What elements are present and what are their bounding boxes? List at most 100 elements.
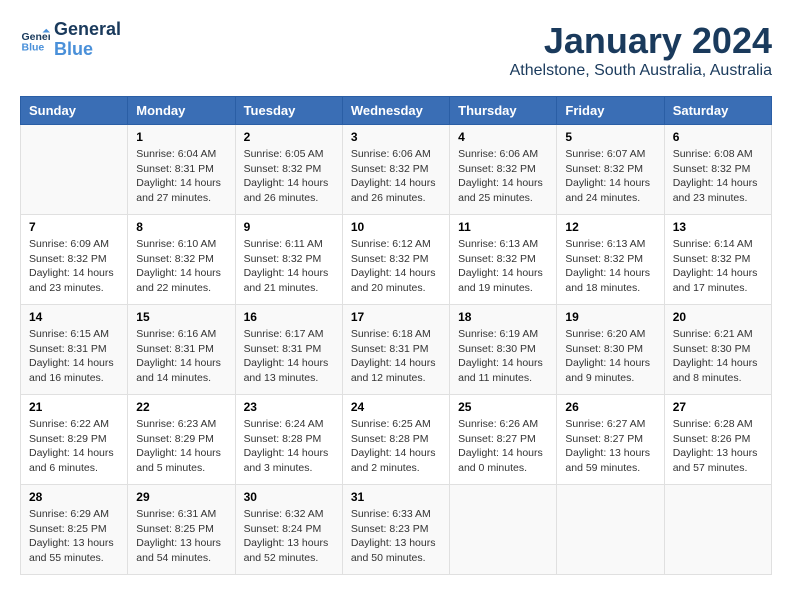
- day-info: Sunrise: 6:13 AMSunset: 8:32 PMDaylight:…: [565, 237, 655, 296]
- calendar-cell: 31 Sunrise: 6:33 AMSunset: 8:23 PMDayligh…: [342, 485, 449, 575]
- calendar-cell: 7 Sunrise: 6:09 AMSunset: 8:32 PMDaylight…: [21, 215, 128, 305]
- day-info: Sunrise: 6:08 AMSunset: 8:32 PMDaylight:…: [673, 147, 763, 206]
- day-number: 15: [136, 310, 226, 324]
- calendar-body: 1 Sunrise: 6:04 AMSunset: 8:31 PMDaylight…: [21, 125, 772, 575]
- calendar-cell: 22Sunrise: 6:23 AMSunset: 8:29 PMDayligh…: [128, 395, 235, 485]
- calendar-cell: 5 Sunrise: 6:07 AMSunset: 8:32 PMDaylight…: [557, 125, 664, 215]
- calendar-cell: 9Sunrise: 6:11 AMSunset: 8:32 PMDaylight…: [235, 215, 342, 305]
- day-number: 27: [673, 400, 763, 414]
- day-number: 8: [136, 220, 226, 234]
- header-cell-saturday: Saturday: [664, 97, 771, 125]
- day-info: Sunrise: 6:06 AMSunset: 8:32 PMDaylight:…: [458, 147, 548, 206]
- day-info: Sunrise: 6:12 AMSunset: 8:32 PMDaylight:…: [351, 237, 441, 296]
- header-cell-friday: Friday: [557, 97, 664, 125]
- week-row: 28 Sunrise: 6:29 AMSunset: 8:25 PMDayligh…: [21, 485, 772, 575]
- calendar-cell: 28 Sunrise: 6:29 AMSunset: 8:25 PMDayligh…: [21, 485, 128, 575]
- calendar-cell: 1 Sunrise: 6:04 AMSunset: 8:31 PMDaylight…: [128, 125, 235, 215]
- day-number: 23: [244, 400, 334, 414]
- day-info: Sunrise: 6:29 AMSunset: 8:25 PMDaylight:…: [29, 507, 119, 566]
- day-number: 14: [29, 310, 119, 324]
- calendar-cell: 14 Sunrise: 6:15 AMSunset: 8:31 PMDayligh…: [21, 305, 128, 395]
- logo-text: General Blue: [54, 20, 121, 60]
- calendar-cell: 17Sunrise: 6:18 AMSunset: 8:31 PMDayligh…: [342, 305, 449, 395]
- calendar-cell: 25 Sunrise: 6:26 AMSunset: 8:27 PMDayligh…: [450, 395, 557, 485]
- header-cell-tuesday: Tuesday: [235, 97, 342, 125]
- header: General Blue General Blue January 2024 A…: [20, 20, 772, 80]
- day-info: Sunrise: 6:27 AMSunset: 8:27 PMDaylight:…: [565, 417, 655, 476]
- day-number: 31: [351, 490, 441, 504]
- day-info: Sunrise: 6:21 AMSunset: 8:30 PMDaylight:…: [673, 327, 763, 386]
- day-number: 2: [244, 130, 334, 144]
- day-info: Sunrise: 6:16 AMSunset: 8:31 PMDaylight:…: [136, 327, 226, 386]
- header-cell-wednesday: Wednesday: [342, 97, 449, 125]
- day-info: Sunrise: 6:33 AMSunset: 8:23 PMDaylight:…: [351, 507, 441, 566]
- day-info: Sunrise: 6:06 AMSunset: 8:32 PMDaylight:…: [351, 147, 441, 206]
- calendar-cell: 27Sunrise: 6:28 AMSunset: 8:26 PMDayligh…: [664, 395, 771, 485]
- calendar-cell: 20 Sunrise: 6:21 AMSunset: 8:30 PMDayligh…: [664, 305, 771, 395]
- calendar-cell: 11Sunrise: 6:13 AMSunset: 8:32 PMDayligh…: [450, 215, 557, 305]
- day-number: 19: [565, 310, 655, 324]
- week-row: 1 Sunrise: 6:04 AMSunset: 8:31 PMDaylight…: [21, 125, 772, 215]
- calendar-cell: [450, 485, 557, 575]
- day-number: 6: [673, 130, 763, 144]
- calendar-cell: 30 Sunrise: 6:32 AMSunset: 8:24 PMDayligh…: [235, 485, 342, 575]
- day-info: Sunrise: 6:26 AMSunset: 8:27 PMDaylight:…: [458, 417, 548, 476]
- day-info: Sunrise: 6:32 AMSunset: 8:24 PMDaylight:…: [244, 507, 334, 566]
- day-number: 29: [136, 490, 226, 504]
- day-info: Sunrise: 6:31 AMSunset: 8:25 PMDaylight:…: [136, 507, 226, 566]
- calendar-cell: 29 Sunrise: 6:31 AMSunset: 8:25 PMDayligh…: [128, 485, 235, 575]
- day-number: 9: [244, 220, 334, 234]
- calendar-cell: 10Sunrise: 6:12 AMSunset: 8:32 PMDayligh…: [342, 215, 449, 305]
- calendar-cell: 24 Sunrise: 6:25 AMSunset: 8:28 PMDayligh…: [342, 395, 449, 485]
- day-info: Sunrise: 6:10 AMSunset: 8:32 PMDaylight:…: [136, 237, 226, 296]
- day-number: 18: [458, 310, 548, 324]
- day-info: Sunrise: 6:17 AMSunset: 8:31 PMDaylight:…: [244, 327, 334, 386]
- day-number: 7: [29, 220, 119, 234]
- week-row: 21 Sunrise: 6:22 AMSunset: 8:29 PMDayligh…: [21, 395, 772, 485]
- calendar-cell: 2Sunrise: 6:05 AMSunset: 8:32 PMDaylight…: [235, 125, 342, 215]
- header-cell-sunday: Sunday: [21, 97, 128, 125]
- day-number: 4: [458, 130, 548, 144]
- day-info: Sunrise: 6:04 AMSunset: 8:31 PMDaylight:…: [136, 147, 226, 206]
- header-cell-thursday: Thursday: [450, 97, 557, 125]
- day-number: 13: [673, 220, 763, 234]
- logo: General Blue General Blue: [20, 20, 121, 60]
- svg-text:Blue: Blue: [22, 41, 45, 53]
- calendar-cell: 12Sunrise: 6:13 AMSunset: 8:32 PMDayligh…: [557, 215, 664, 305]
- day-number: 1: [136, 130, 226, 144]
- calendar-cell: [21, 125, 128, 215]
- calendar-cell: [557, 485, 664, 575]
- calendar-cell: [664, 485, 771, 575]
- day-number: 16: [244, 310, 334, 324]
- day-number: 20: [673, 310, 763, 324]
- day-number: 5: [565, 130, 655, 144]
- calendar-cell: 16 Sunrise: 6:17 AMSunset: 8:31 PMDayligh…: [235, 305, 342, 395]
- day-info: Sunrise: 6:09 AMSunset: 8:32 PMDaylight:…: [29, 237, 119, 296]
- title-section: January 2024 Athelstone, South Australia…: [510, 20, 772, 80]
- day-info: Sunrise: 6:07 AMSunset: 8:32 PMDaylight:…: [565, 147, 655, 206]
- day-number: 30: [244, 490, 334, 504]
- header-cell-monday: Monday: [128, 97, 235, 125]
- page-subtitle: Athelstone, South Australia, Australia: [510, 62, 772, 80]
- day-number: 26: [565, 400, 655, 414]
- week-row: 7 Sunrise: 6:09 AMSunset: 8:32 PMDaylight…: [21, 215, 772, 305]
- day-info: Sunrise: 6:25 AMSunset: 8:28 PMDaylight:…: [351, 417, 441, 476]
- day-info: Sunrise: 6:24 AMSunset: 8:28 PMDaylight:…: [244, 417, 334, 476]
- day-info: Sunrise: 6:14 AMSunset: 8:32 PMDaylight:…: [673, 237, 763, 296]
- calendar-cell: 19Sunrise: 6:20 AMSunset: 8:30 PMDayligh…: [557, 305, 664, 395]
- calendar-cell: 23 Sunrise: 6:24 AMSunset: 8:28 PMDayligh…: [235, 395, 342, 485]
- page-title: January 2024: [510, 20, 772, 62]
- day-number: 25: [458, 400, 548, 414]
- calendar-cell: 6 Sunrise: 6:08 AMSunset: 8:32 PMDaylight…: [664, 125, 771, 215]
- day-number: 22: [136, 400, 226, 414]
- day-number: 3: [351, 130, 441, 144]
- day-number: 21: [29, 400, 119, 414]
- calendar-cell: 3 Sunrise: 6:06 AMSunset: 8:32 PMDaylight…: [342, 125, 449, 215]
- day-info: Sunrise: 6:15 AMSunset: 8:31 PMDaylight:…: [29, 327, 119, 386]
- day-number: 17: [351, 310, 441, 324]
- day-info: Sunrise: 6:22 AMSunset: 8:29 PMDaylight:…: [29, 417, 119, 476]
- day-number: 11: [458, 220, 548, 234]
- day-number: 24: [351, 400, 441, 414]
- calendar-cell: 21 Sunrise: 6:22 AMSunset: 8:29 PMDayligh…: [21, 395, 128, 485]
- day-number: 28: [29, 490, 119, 504]
